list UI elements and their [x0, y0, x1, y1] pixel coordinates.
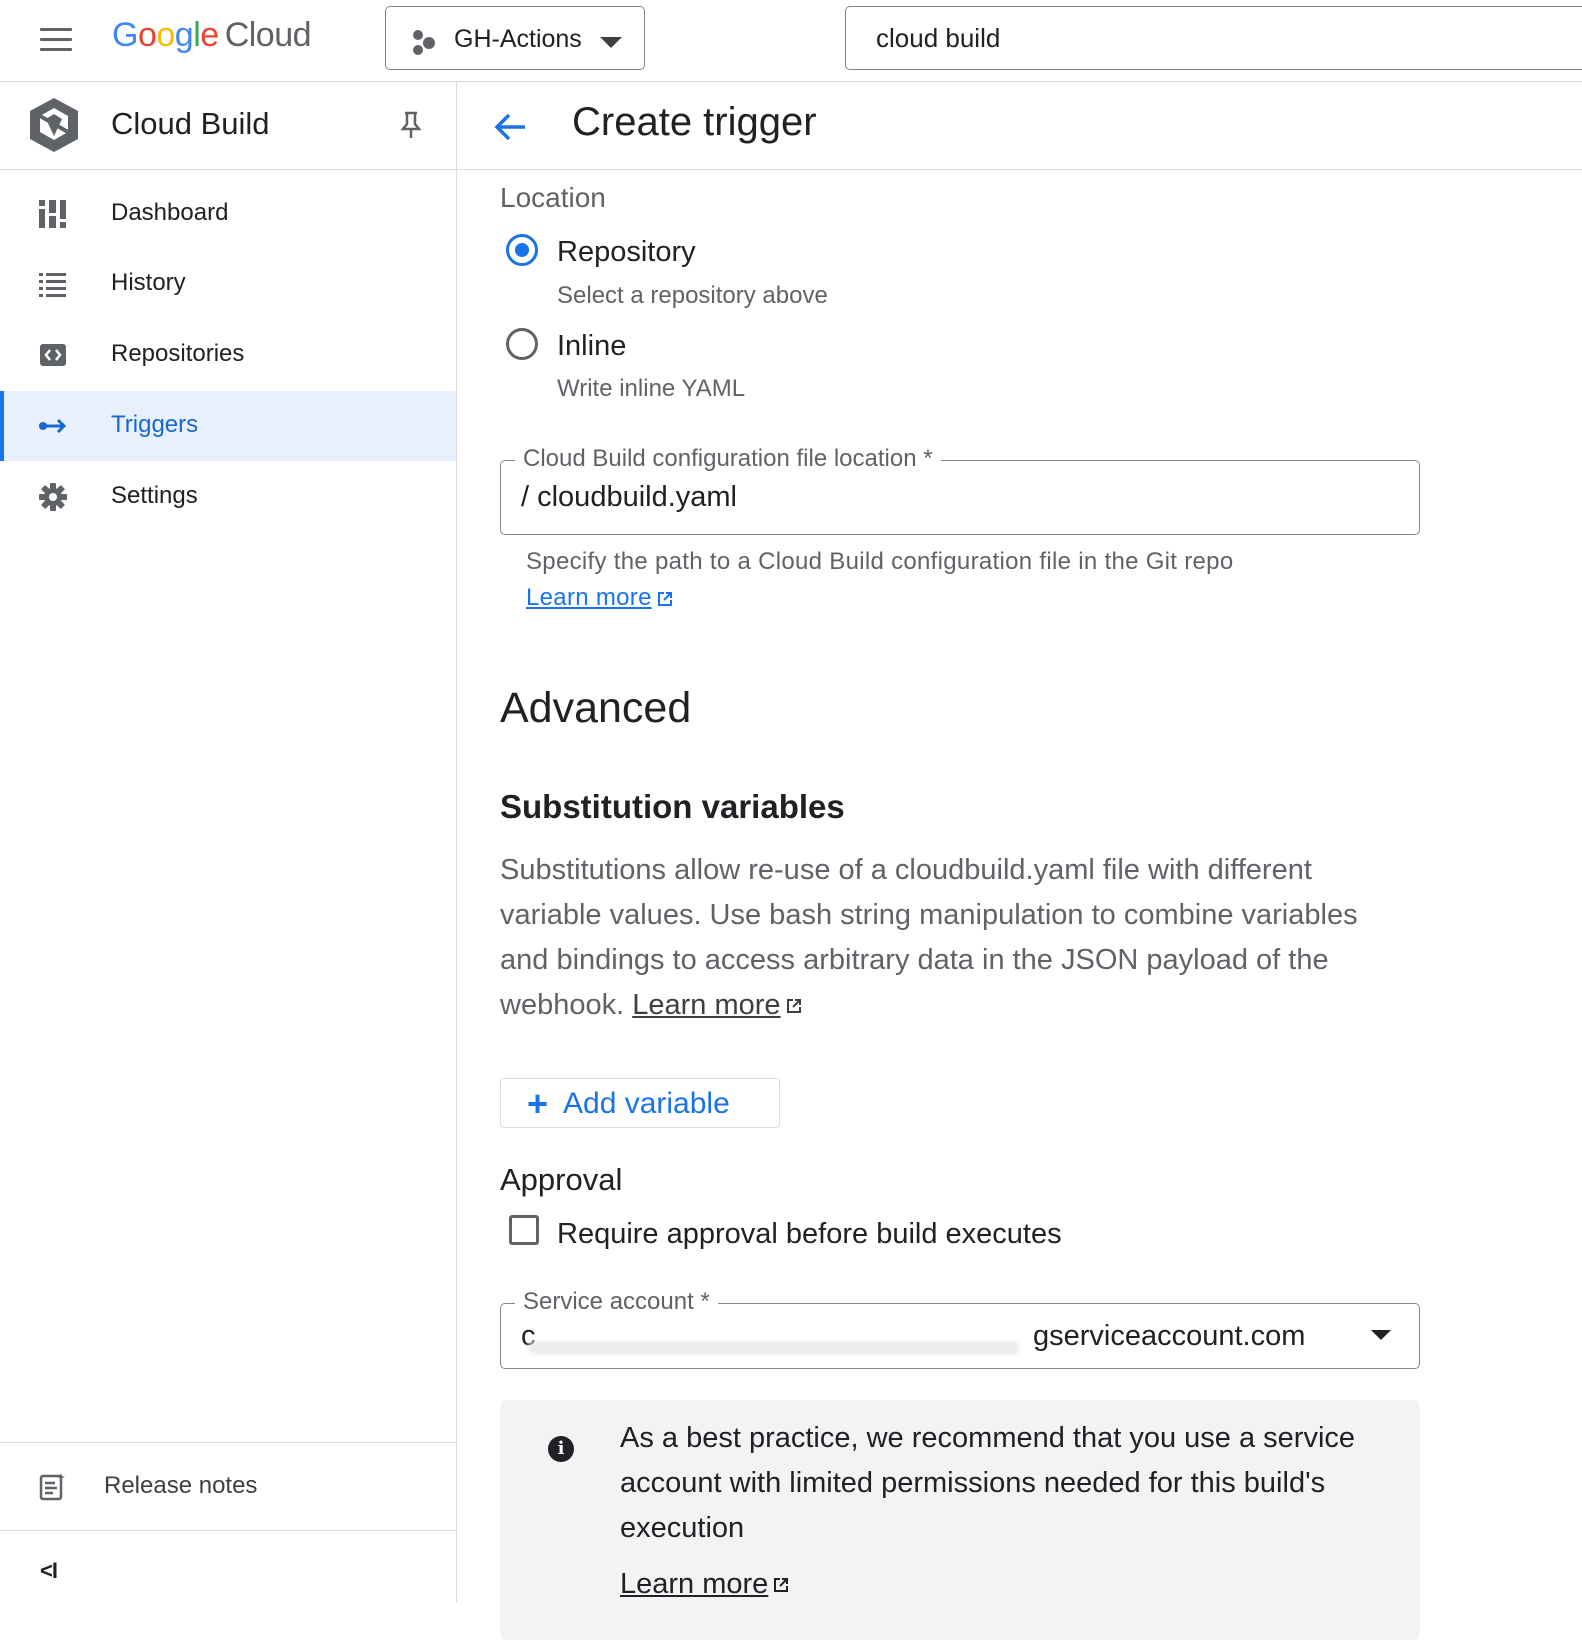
redacted-email [529, 1342, 1019, 1354]
chevron-down-icon [600, 37, 622, 48]
location-inline-radio[interactable] [506, 328, 538, 360]
divider [0, 1530, 456, 1531]
sidebar-item-label: Dashboard [111, 199, 229, 226]
project-hexagons-icon [413, 30, 435, 55]
substitution-description: Substitutions allow re-use of a cloudbui… [500, 848, 1400, 1028]
sidebar-header: Cloud Build [0, 82, 456, 170]
sidebar-item-history[interactable]: History [0, 249, 456, 319]
release-notes-link[interactable]: Release notes [0, 1444, 456, 1530]
external-link-icon [657, 591, 672, 606]
info-icon: i [548, 1436, 574, 1462]
top-bar: Google Cloud GH-Actions cloud build [0, 0, 1582, 82]
learn-more-label[interactable]: Learn more [620, 1568, 768, 1600]
page-header: Create trigger [457, 82, 1582, 170]
sidebar-item-triggers[interactable]: Triggers [0, 391, 456, 461]
cloud-build-logo-icon [30, 98, 78, 152]
sidebar-item-repositories[interactable]: Repositories [0, 320, 456, 390]
release-notes-label: Release notes [104, 1472, 258, 1499]
substitution-text: Substitutions allow re-use of a cloudbui… [500, 854, 1358, 1021]
field-label: Cloud Build configuration file location … [515, 445, 941, 473]
service-account-dropdown[interactable]: Service account * c gserviceaccount.com [500, 1288, 1420, 1369]
sidebar-item-dashboard[interactable]: Dashboard [0, 179, 456, 249]
radio-label: Repository [557, 236, 696, 268]
advanced-heading: Advanced [500, 684, 692, 732]
substitution-learn-more-link[interactable]: Learn more [632, 989, 780, 1021]
substitution-variables-heading: Substitution variables [500, 788, 845, 825]
external-link-icon [786, 999, 801, 1014]
location-repository-radio[interactable] [506, 234, 538, 266]
sidebar-item-label: History [111, 269, 186, 296]
config-file-input[interactable]: / cloudbuild.yaml [521, 481, 737, 514]
sidebar-item-label: Repositories [111, 340, 245, 367]
add-variable-button[interactable]: + Add variable [500, 1078, 780, 1128]
divider [0, 1442, 456, 1443]
release-notes-icon [39, 1473, 65, 1501]
sidebar-item-settings[interactable]: Settings [0, 462, 456, 532]
learn-more-label[interactable]: Learn more [526, 584, 652, 611]
info-learn-more-link[interactable]: Learn more [620, 1568, 790, 1601]
approval-heading: Approval [500, 1162, 623, 1197]
config-file-helper-text: Specify the path to a Cloud Build config… [526, 548, 1234, 575]
dashboard-icon [39, 200, 66, 228]
sidebar-item-label: Settings [111, 482, 198, 509]
radio-sublabel: Select a repository above [557, 282, 828, 309]
location-label: Location [500, 182, 606, 213]
page-title: Create trigger [572, 100, 817, 144]
best-practice-info-box: i As a best practice, we recommend that … [500, 1400, 1420, 1640]
radio-sublabel: Write inline YAML [557, 375, 746, 402]
logo-cloud-text: Cloud [224, 16, 312, 54]
service-account-value: gserviceaccount.com [1033, 1320, 1306, 1352]
plus-icon: + [527, 1083, 549, 1124]
gear-icon [39, 483, 67, 511]
info-text: As a best practice, we recommend that yo… [620, 1422, 1356, 1544]
google-cloud-logo[interactable]: Google Cloud [112, 16, 312, 55]
external-link-icon [774, 1578, 789, 1593]
checkbox-label: Require approval before build executes [557, 1218, 1062, 1250]
project-picker-button[interactable]: GH-Actions [385, 6, 645, 70]
search-input[interactable]: cloud build [845, 6, 1582, 70]
dropdown-arrow-icon [1371, 1330, 1391, 1340]
logo-google-text: Google [112, 16, 219, 54]
pin-icon[interactable] [398, 110, 424, 140]
require-approval-checkbox[interactable] [509, 1215, 539, 1245]
list-icon [39, 273, 66, 297]
add-variable-label: Add variable [563, 1087, 730, 1120]
collapse-sidebar-icon[interactable]: <I [40, 1558, 58, 1584]
learn-more-link[interactable]: Learn more [526, 584, 674, 612]
radio-label: Inline [557, 330, 627, 362]
back-arrow-icon[interactable] [491, 107, 531, 147]
main-menu-icon[interactable] [36, 22, 76, 58]
trigger-arrow-icon [39, 418, 67, 434]
sidebar: Cloud Build Dashboard History Repositori… [0, 82, 457, 1602]
field-label: Service account * [515, 1288, 718, 1316]
repository-icon [40, 344, 66, 366]
sidebar-item-label: Triggers [111, 411, 199, 438]
project-name: GH-Actions [454, 25, 582, 53]
config-file-location-field[interactable]: Cloud Build configuration file location … [500, 445, 1420, 535]
product-title: Cloud Build [111, 106, 270, 141]
